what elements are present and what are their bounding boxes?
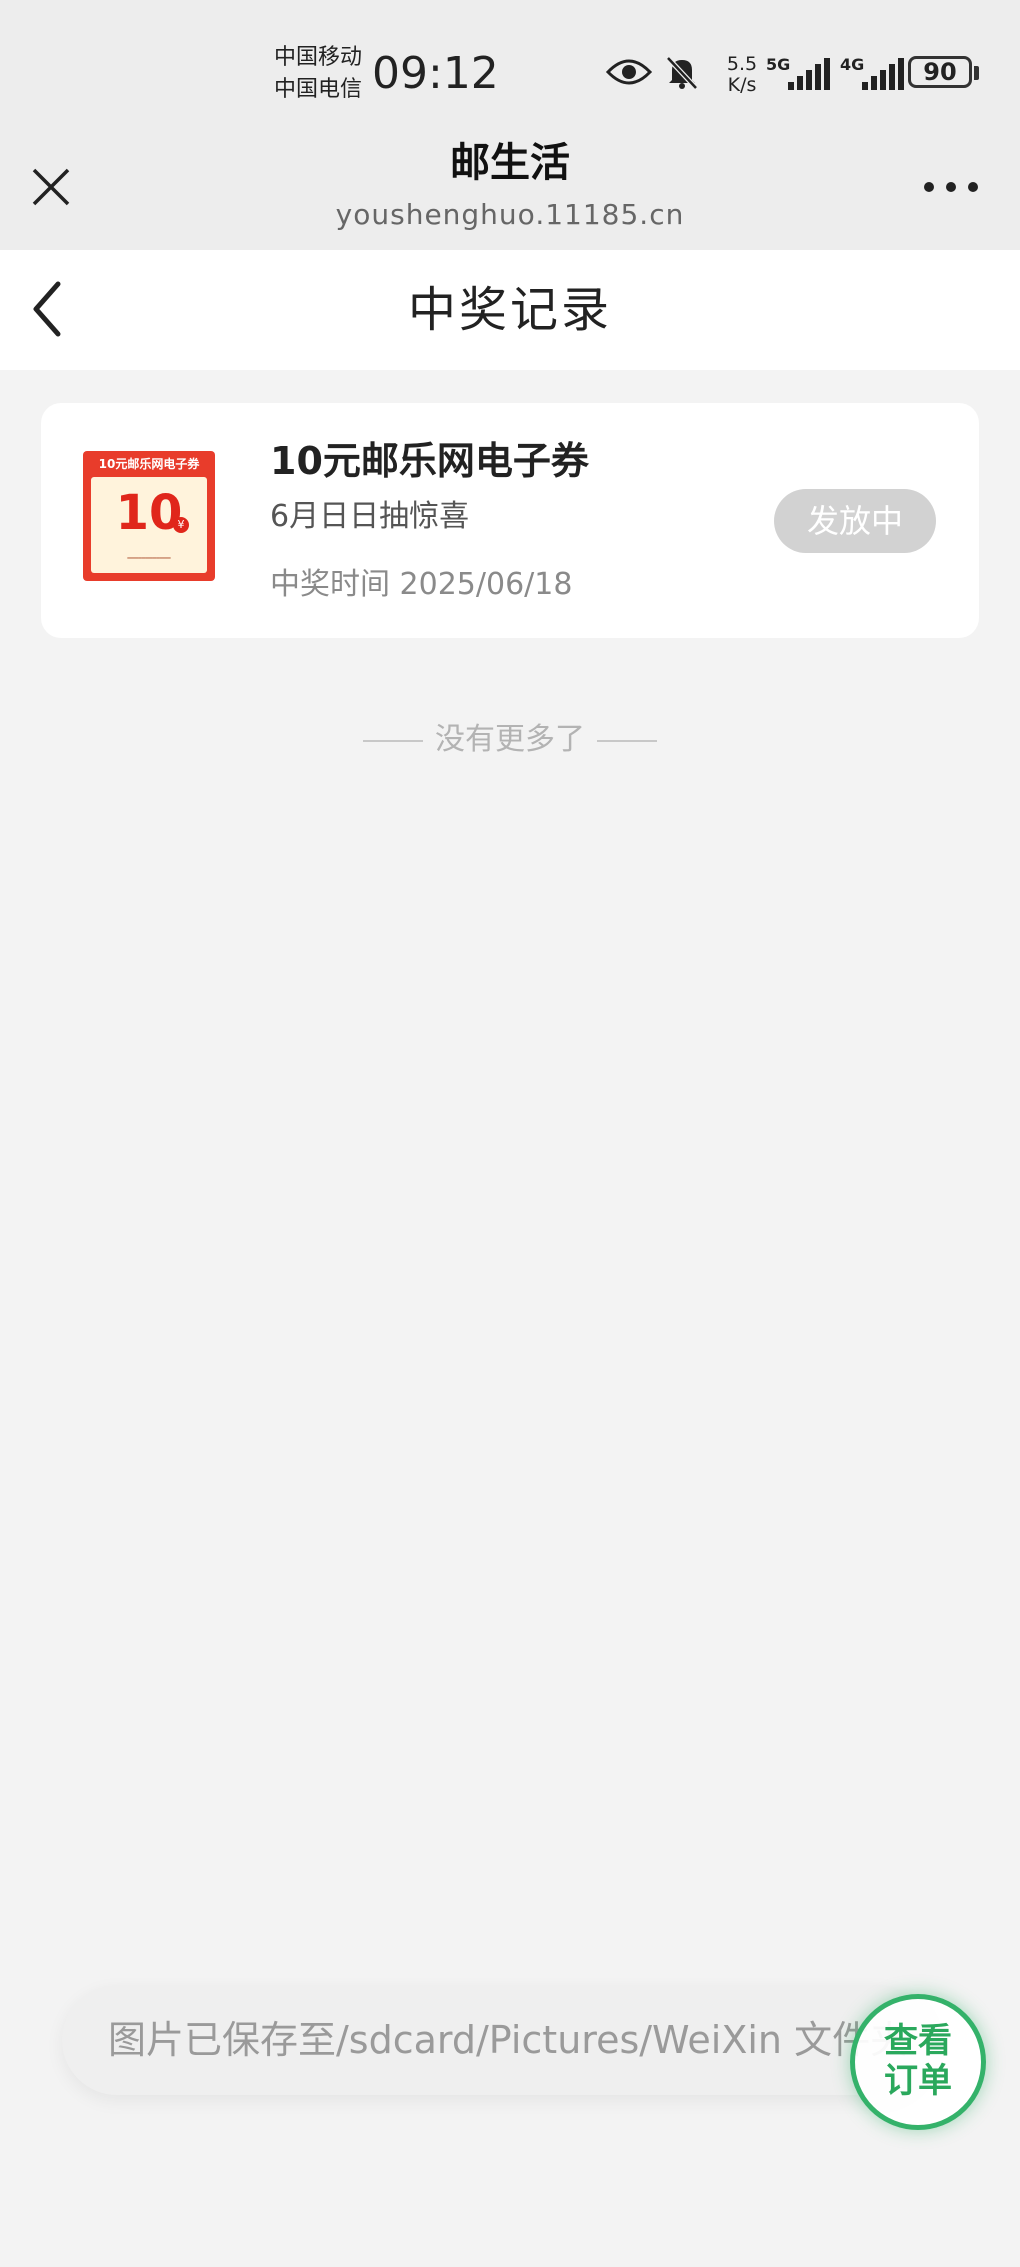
miniapp-url: youshenghuo.11185.cn [335,198,685,231]
carrier-1: 中国移动 [274,45,363,70]
network-speed: 5.5 K/s [726,53,758,96]
view-order-line1: 查看 [884,2021,952,2061]
signal-4g-icon: 4G [840,55,904,90]
status-time: 09:12 [372,48,499,99]
prize-record-card[interactable]: 10元邮乐网电子券 10 ¥ ━━━━━━━━━━━━ 10元邮乐网电子券 6月… [41,403,979,638]
coupon-banner: 10元邮乐网电子券 [98,457,200,471]
svg-text:4G: 4G [840,55,864,74]
list-end-indicator: 没有更多了 [0,720,1020,760]
battery-icon: 90 [908,56,972,88]
prize-name: 10元邮乐网电子券 [270,439,589,483]
eye-icon [606,59,652,85]
carrier-labels: 中国移动 中国电信 [274,42,362,106]
page-header: 中奖记录 [0,250,1020,370]
coupon-inner: 10 ¥ ━━━━━━━━━━━━ [91,477,207,573]
list-end-text: 没有更多了 [435,722,585,757]
prize-time: 中奖时间 2025/06/18 [270,565,572,605]
status-badge: 发放中 [774,489,936,553]
prize-time-label: 中奖时间 [270,567,390,602]
bell-muted-icon [666,56,698,90]
divider-left [363,739,423,742]
miniapp-title: 邮生活 [450,140,570,186]
coupon-image: 10元邮乐网电子券 10 ¥ ━━━━━━━━━━━━ [83,451,215,581]
page-title: 中奖记录 [407,282,612,338]
battery-tip [974,66,979,80]
signal-5g-icon: 5G [766,55,830,90]
top-bar-area: 中国移动 中国电信 09:12 5.5 K/s 5G 4G 90 邮生活 you… [0,0,1020,250]
prize-activity: 6月日日抽惊喜 [270,499,470,534]
divider-right [597,739,657,742]
prize-time-value: 2025/06/18 [399,567,573,602]
coupon-note: ━━━━━━━━━━━━ [127,555,171,562]
view-order-line2: 订单 [884,2061,952,2101]
save-toast: 图片已保存至/sdcard/Pictures/WeiXin 文件夹 [62,1985,932,2095]
more-options-icon[interactable] [922,172,980,202]
yuan-icon: ¥ [173,517,189,533]
carrier-2: 中国电信 [274,77,363,102]
coupon-value: 10 [115,485,183,541]
view-order-button[interactable]: 查看 订单 [850,1994,986,2130]
svg-text:5G: 5G [766,55,790,74]
